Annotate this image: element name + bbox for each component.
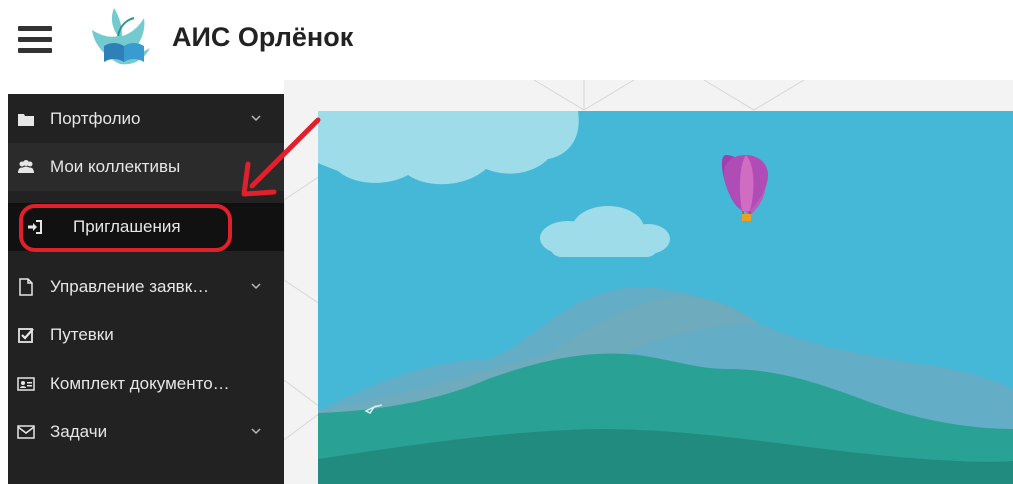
users-icon <box>18 160 34 173</box>
sidebar-item-label: Задачи <box>50 422 108 441</box>
hamburger-icon[interactable] <box>18 26 52 54</box>
checkbox-icon <box>18 328 34 343</box>
hero-illustration <box>318 111 1013 484</box>
sidebar-item-label: Комплект документо… <box>50 374 230 393</box>
chevron-down-icon[interactable] <box>251 427 261 435</box>
sidebar-item-vouchers[interactable]: Путевки <box>8 311 284 359</box>
sidebar-item-application-management[interactable]: Управление заявк… <box>8 263 284 311</box>
highlight-annotation <box>19 204 232 252</box>
file-icon <box>19 278 33 296</box>
app-title: АИС Орлёнок <box>172 22 354 52</box>
sidebar-item-document-set[interactable]: Комплект документо… <box>8 360 284 408</box>
sidebar-item-label: Путевки <box>50 325 114 344</box>
arrow-annotation-icon <box>241 117 321 197</box>
id-card-icon <box>17 377 35 391</box>
app-logo-icon[interactable] <box>84 6 156 72</box>
envelope-icon <box>17 425 35 439</box>
chevron-down-icon[interactable] <box>251 282 261 290</box>
top-header: АИС Орлёнок <box>0 0 1013 80</box>
folder-icon <box>18 114 34 126</box>
sidebar-item-tasks[interactable]: Задачи <box>8 408 284 456</box>
sidebar-item-label: Мои коллективы <box>50 157 181 176</box>
sidebar-item-label: Портфолио <box>50 109 141 128</box>
sidebar-item-label: Управление заявк… <box>50 277 210 296</box>
